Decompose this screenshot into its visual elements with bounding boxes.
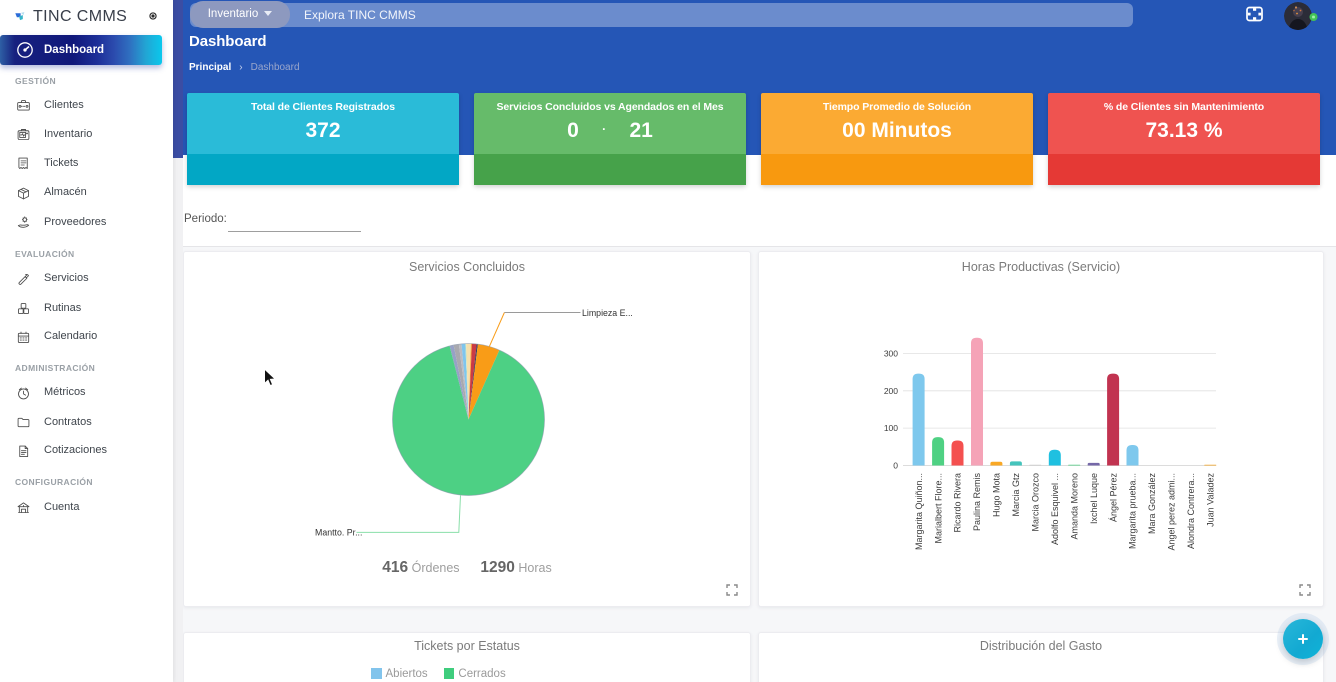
svg-text:Adolfo Esquivel ...: Adolfo Esquivel ... — [1050, 473, 1060, 545]
svg-text:Ángel Pérez: Ángel Pérez — [1108, 473, 1118, 523]
svg-text:Marialbert Flore...: Marialbert Flore... — [933, 473, 943, 544]
svg-text:Juan Valadez: Juan Valadez — [1206, 473, 1216, 527]
svg-text:Margarita prueba...: Margarita prueba... — [1128, 473, 1138, 549]
svg-text:Marcia Orozco: Marcia Orozco — [1031, 473, 1041, 532]
svg-text:0: 0 — [893, 461, 898, 471]
svg-text:Ixchel Luque: Ixchel Luque — [1089, 473, 1099, 524]
svg-text:Angel perez admi...: Angel perez admi... — [1167, 473, 1177, 551]
svg-text:Limpieza E...: Limpieza E... — [582, 308, 633, 318]
svg-text:Mantto. Pr...: Mantto. Pr... — [315, 528, 362, 538]
svg-text:Alondra Contrera...: Alondra Contrera... — [1186, 473, 1196, 549]
svg-text:Margarita Quiñon...: Margarita Quiñon... — [914, 473, 924, 550]
svg-text:Ricardo Rivera: Ricardo Rivera — [953, 473, 963, 533]
svg-text:100: 100 — [884, 423, 898, 433]
svg-text:200: 200 — [884, 386, 898, 396]
svg-text:Mara González: Mara González — [1147, 473, 1157, 535]
svg-text:Paulina Remis: Paulina Remis — [972, 473, 982, 532]
svg-text:Amanda Moreno: Amanda Moreno — [1069, 473, 1079, 540]
svg-text:Hugo Mota: Hugo Mota — [992, 473, 1002, 517]
svg-text:300: 300 — [884, 348, 898, 358]
svg-text:Marcia Gtz: Marcia Gtz — [1011, 473, 1021, 517]
